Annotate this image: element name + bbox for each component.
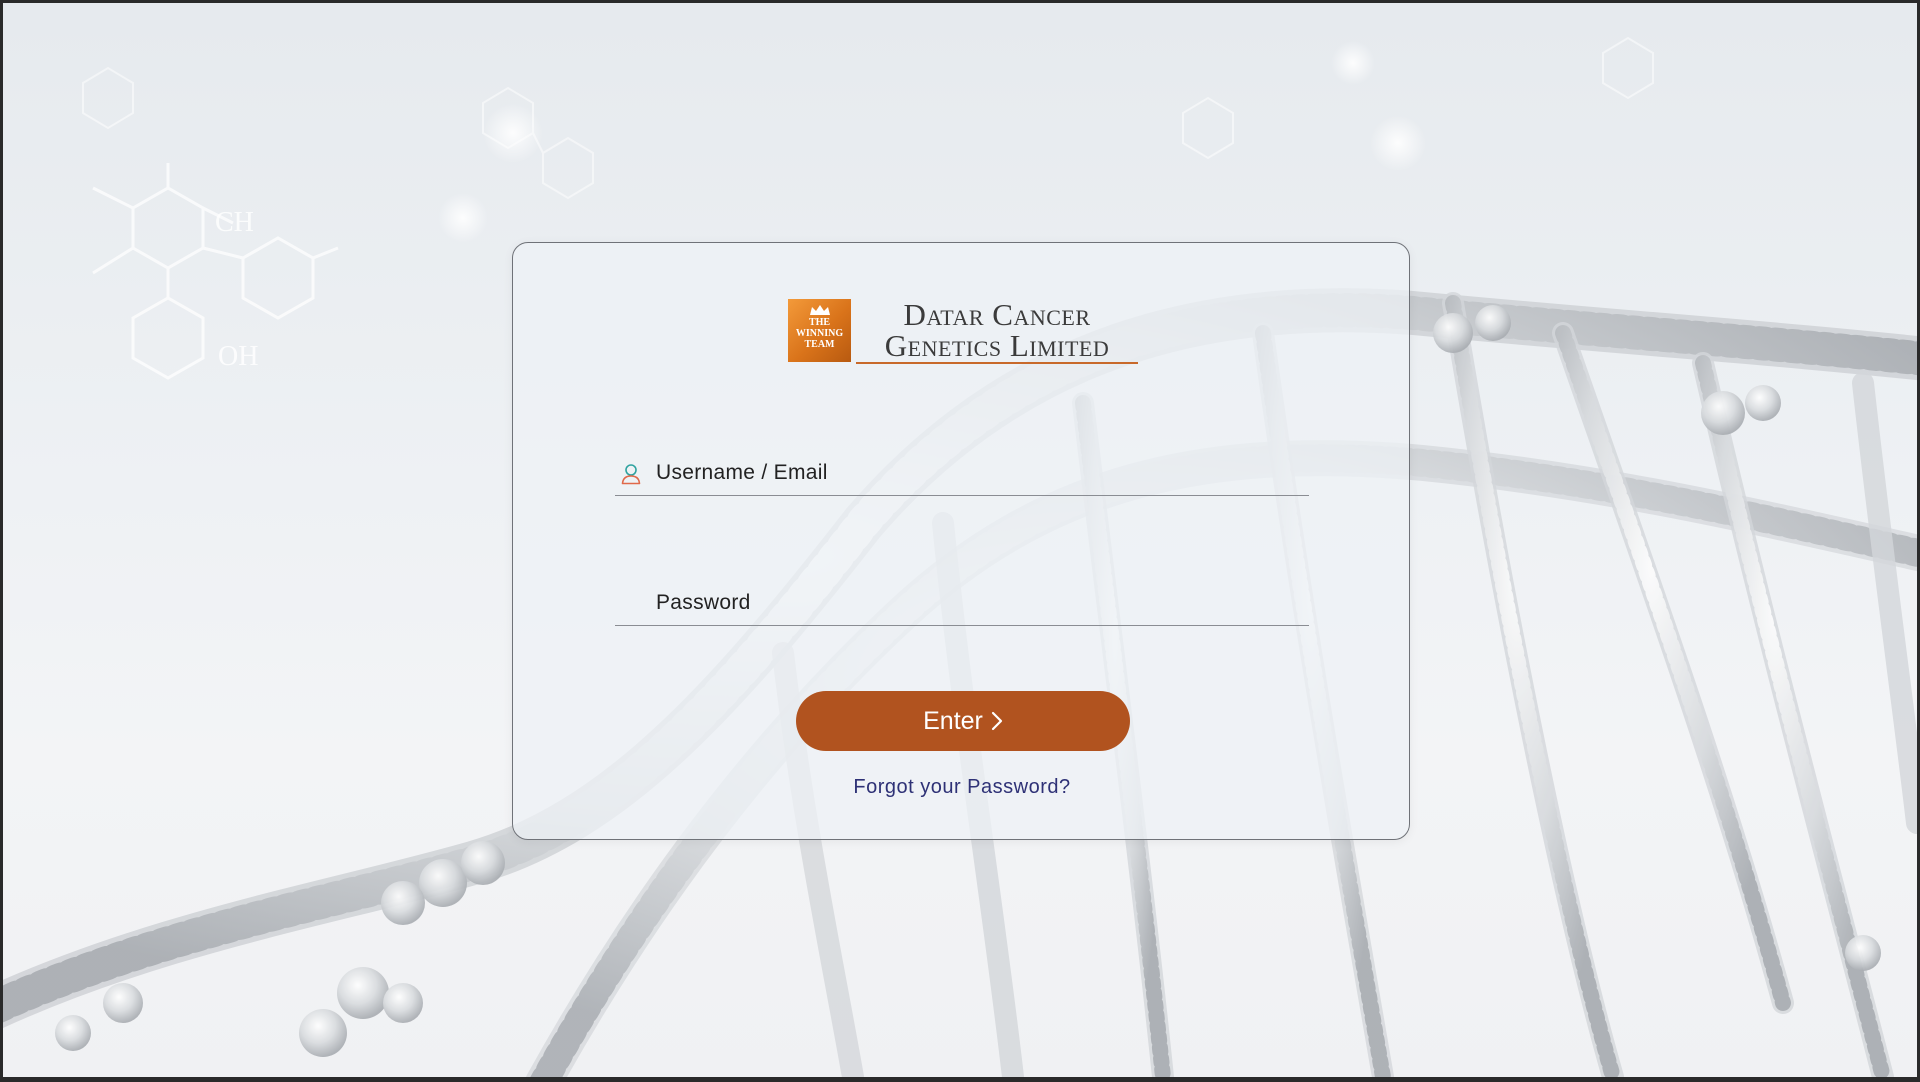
winning-team-badge: THE WINNING TEAM [788,299,851,362]
user-icon [621,464,641,485]
badge-line: TEAM [804,339,835,350]
company-name-line-2: Genetics Limited [856,330,1138,364]
enter-button-label: Enter [923,707,983,735]
company-name-line-1: Datar Cancer [903,297,1091,332]
badge-line: WINNING [795,328,844,339]
svg-text:OH: OH [218,341,258,372]
password-placeholder: Password [656,591,751,614]
enter-button[interactable]: Enter [796,691,1130,751]
password-field[interactable]: Password [615,585,1309,626]
username-email-placeholder: Username / Email [656,461,828,484]
forgot-password-link[interactable]: Forgot your Password? [513,776,1411,799]
crown-icon [809,305,830,315]
login-screen: CH OH THE WINNING TEAM Datar Cancer Gene… [3,3,1917,1077]
company-logo: THE WINNING TEAM Datar Cancer Genetics L… [788,299,1148,365]
chevron-right-icon [991,711,1002,731]
username-email-field[interactable]: Username / Email [615,455,1309,496]
company-name: Datar Cancer Genetics Limited [856,299,1138,364]
badge-line: THE [808,317,831,328]
login-card: THE WINNING TEAM Datar Cancer Genetics L… [512,242,1410,840]
svg-text:CH: CH [215,207,254,238]
